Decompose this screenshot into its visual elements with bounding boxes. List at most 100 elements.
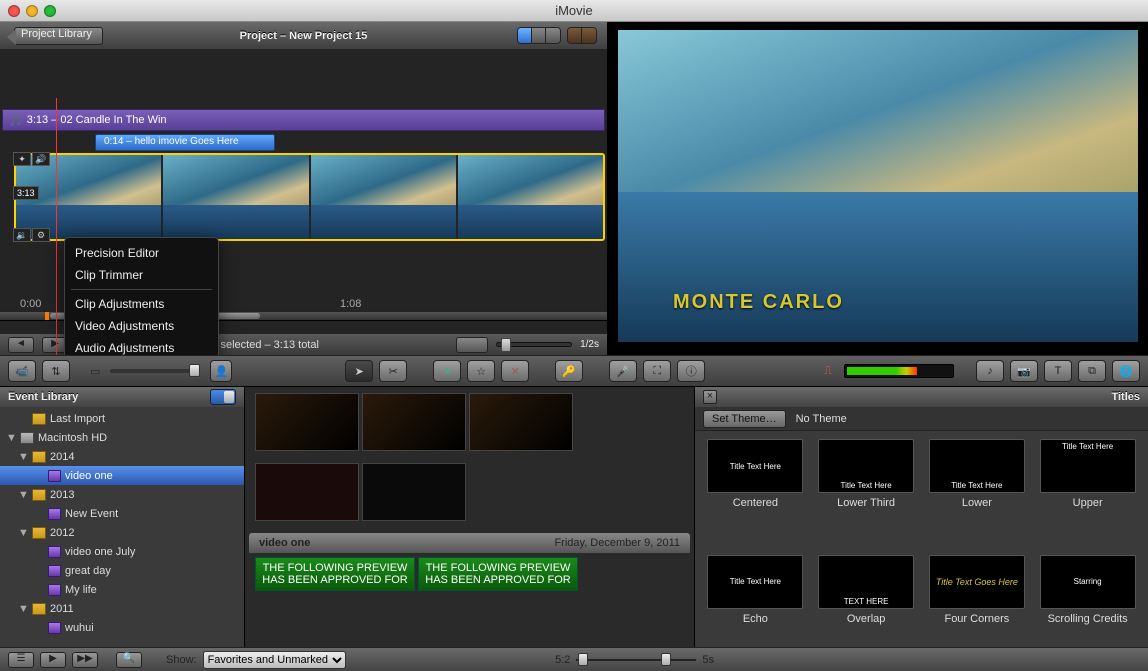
maps-browser-button[interactable]: 🌐 — [1112, 360, 1140, 382]
title-template-lower-third[interactable]: Title Text HereLower Third — [814, 439, 919, 547]
voiceover-button[interactable]: 🎤 — [609, 360, 637, 382]
titles-grid: Title Text HereCenteredTitle Text HereLo… — [695, 431, 1148, 670]
duration-slider[interactable] — [576, 653, 696, 667]
event-tree-row[interactable]: ▼2013 — [0, 485, 244, 504]
go-to-start-button[interactable]: ◄ — [8, 337, 34, 353]
set-theme-button[interactable]: Set Theme… — [703, 410, 786, 428]
audio-meter-toggle[interactable]: ⎍ — [818, 364, 838, 378]
title-template-overlap[interactable]: TEXT HEREOverlap — [814, 555, 919, 663]
audio-level-meter — [844, 364, 954, 378]
edit-tool-button[interactable]: ✂ — [379, 360, 407, 382]
ctx-video-adjustments[interactable]: Video Adjustments — [65, 315, 218, 337]
event-tree-row[interactable]: ▼Macintosh HD — [0, 428, 244, 447]
title-template-centered[interactable]: Title Text HereCentered — [703, 439, 808, 547]
title-template-scrolling-credits[interactable]: StarringScrolling Credits — [1035, 555, 1140, 663]
show-filter-select[interactable]: Favorites and Unmarked — [203, 651, 346, 669]
titles-browser-button[interactable]: T — [1044, 360, 1072, 382]
info-icon: ⓘ — [686, 363, 697, 379]
edit-icon: ✂ — [389, 365, 398, 378]
event-view-toggle[interactable] — [210, 389, 236, 405]
ruler-tick: 1:08 — [340, 298, 500, 310]
ctx-clip-trimmer[interactable]: Clip Trimmer — [65, 264, 218, 286]
event-tree-row[interactable]: ▼2011 — [0, 599, 244, 618]
crop-button[interactable]: ⛶ — [643, 360, 671, 382]
event-thumbnail[interactable] — [469, 393, 573, 451]
search-button[interactable]: 🔍 — [116, 652, 142, 668]
people-button[interactable]: 👤 — [210, 360, 232, 382]
globe-icon: 🌐 — [1119, 365, 1133, 378]
title-clip[interactable]: 0:14 – hello imovie Goes Here — [95, 134, 275, 151]
event-tree-label: great day — [65, 565, 111, 577]
transition-icon: ⧉ — [1088, 365, 1096, 378]
reject-button[interactable]: ✕ — [501, 360, 529, 382]
import-camera-button[interactable]: 📹 — [8, 360, 36, 382]
main-toolbar: 📹 ⇅ ▭ 👤 ➤ ✂ ★ ☆ ✕ 🔑 🎤 ⛶ ⓘ ⎍ ♪ 📷 T ⧉ 🌐 — [0, 355, 1148, 387]
event-tree-row[interactable]: My life — [0, 580, 244, 599]
title-template-lower[interactable]: Title Text HereLower — [925, 439, 1030, 547]
project-title: Project – New Project 15 — [0, 30, 607, 42]
clip-gear-icon[interactable]: ⚙ — [32, 228, 50, 242]
event-tree-row[interactable]: video one July — [0, 542, 244, 561]
close-titles-button[interactable]: × — [703, 390, 717, 404]
event-thumbnail[interactable]: THE FOLLOWING PREVIEW HAS BEEN APPROVED … — [418, 557, 578, 591]
title-template-four-corners[interactable]: Title Text Goes HereFour Corners — [925, 555, 1030, 663]
event-tree-row[interactable]: great day — [0, 561, 244, 580]
keyword-button[interactable]: 🔑 — [555, 360, 583, 382]
event-thumbnail[interactable] — [362, 463, 466, 521]
ctx-clip-adjustments[interactable]: Clip Adjustments — [65, 293, 218, 315]
key-icon: 🔑 — [562, 365, 576, 378]
waveform-toggle[interactable] — [456, 337, 488, 353]
zoom-value: 1/2s — [580, 339, 599, 350]
title-preview: Starring — [1040, 555, 1136, 609]
swap-layout-button[interactable]: ⇅ — [42, 360, 70, 382]
playhead[interactable] — [56, 98, 57, 355]
ctx-precision-editor[interactable]: Precision Editor — [65, 242, 218, 264]
transitions-browser-button[interactable]: ⧉ — [1078, 360, 1106, 382]
inspector-button[interactable]: ⓘ — [677, 360, 705, 382]
event-date: Friday, December 9, 2011 — [554, 537, 680, 549]
window-title: iMovie — [0, 3, 1148, 18]
title-template-echo[interactable]: Title Text HereEcho — [703, 555, 808, 663]
audio-track-clip[interactable]: 🎵 3:13 – 02 Candle In The Win — [2, 109, 605, 131]
event-tree-label: My life — [65, 584, 97, 596]
event-thumbnail[interactable]: THE FOLLOWING PREVIEW HAS BEEN APPROVED … — [255, 557, 415, 591]
preview-frame[interactable]: MONTE CARLO — [618, 30, 1138, 342]
thumbnail-size-slider[interactable] — [110, 369, 200, 373]
clip-audio-icon[interactable]: 🔊 — [32, 152, 50, 166]
music-icon: ♪ — [987, 365, 993, 377]
event-tree-row[interactable]: wuhui — [0, 618, 244, 637]
event-tree-row[interactable]: Last Import — [0, 409, 244, 428]
event-tree-label: video one July — [65, 546, 135, 558]
event-thumbnail[interactable] — [255, 393, 359, 451]
play-full-button[interactable]: ▶▶ — [72, 652, 98, 668]
photo-browser-button[interactable]: 📷 — [1010, 360, 1038, 382]
event-thumbnail[interactable] — [255, 463, 359, 521]
star-outline-icon: ☆ — [476, 365, 486, 378]
event-tree-row[interactable]: video one — [0, 466, 244, 485]
arrow-tool-button[interactable]: ➤ — [345, 360, 373, 382]
event-title-bar: video one Friday, December 9, 2011 — [249, 533, 690, 553]
title-template-upper[interactable]: Title Text HereUpper — [1035, 439, 1140, 547]
thumbnail-zoom-slider[interactable] — [496, 342, 572, 347]
event-tree-row[interactable]: New Event — [0, 504, 244, 523]
event-thumbnail[interactable] — [362, 393, 466, 451]
event-tree-row[interactable]: ▼2014 — [0, 447, 244, 466]
mic-icon: 🎤 — [616, 365, 630, 378]
ctx-audio-adjustments[interactable]: Audio Adjustments — [65, 337, 218, 355]
music-browser-button[interactable]: ♪ — [976, 360, 1004, 382]
favorite-button[interactable]: ★ — [433, 360, 461, 382]
events-list-button[interactable]: ☰ — [8, 652, 34, 668]
current-theme-label: No Theme — [796, 413, 847, 425]
project-panel: Project Library Project – New Project 15… — [0, 22, 608, 355]
clip-marker-icon[interactable]: ✦ — [13, 152, 31, 166]
clip-volume-icon[interactable]: 🔉 — [13, 228, 31, 242]
play-event-button[interactable]: ▶ — [40, 652, 66, 668]
event-tree-label: New Event — [65, 508, 118, 520]
audio-wave-icon: ⎍ — [824, 365, 832, 378]
event-tree-label: 2012 — [50, 527, 74, 539]
event-tree-row[interactable]: ▼2012 — [0, 523, 244, 542]
video-clip-filmstrip[interactable] — [14, 153, 605, 241]
star-icon — [48, 546, 61, 558]
unmark-button[interactable]: ☆ — [467, 360, 495, 382]
title-preview: TEXT HERE — [818, 555, 914, 609]
